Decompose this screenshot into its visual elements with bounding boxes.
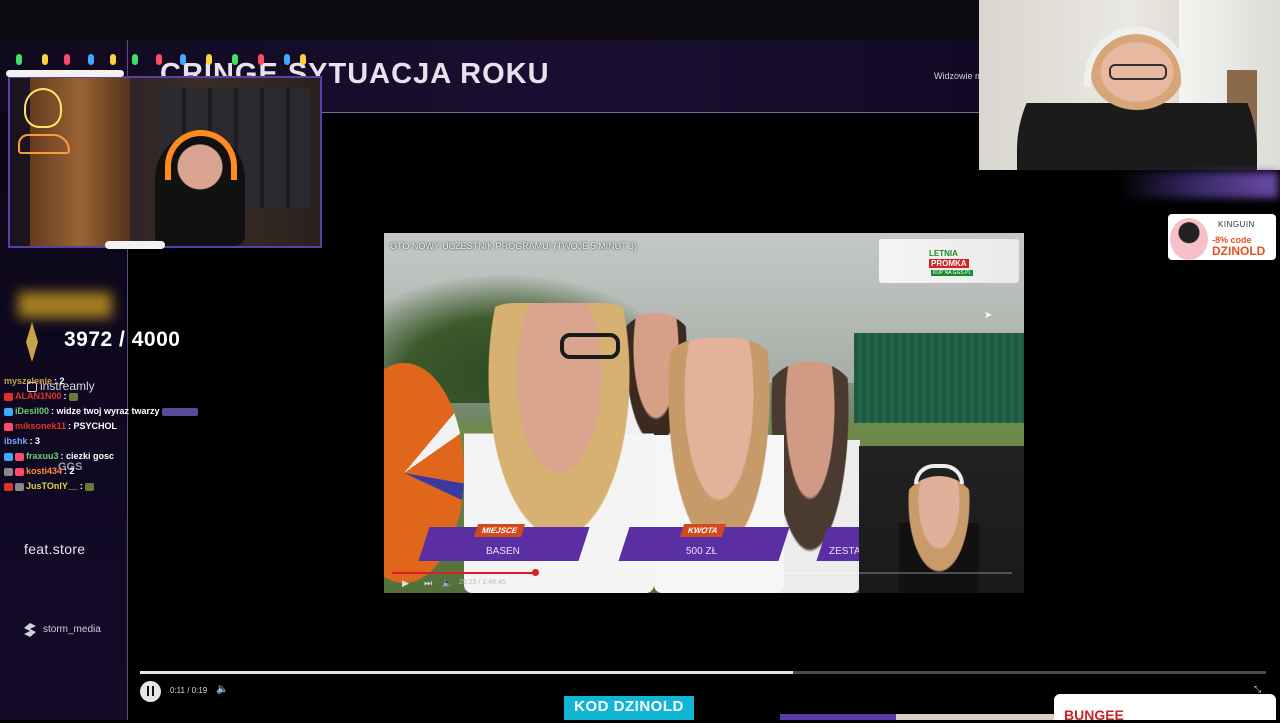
pause-button[interactable] bbox=[140, 681, 161, 702]
chat-user: myszelenie bbox=[4, 376, 53, 386]
light-icon bbox=[232, 54, 238, 65]
chat-user: ALAN1N00 bbox=[15, 391, 62, 401]
lower-third-value: BASEN bbox=[486, 546, 520, 557]
light-icon bbox=[64, 54, 70, 65]
chat-message: iDesil00: widze twoj wyraz twarzy bbox=[4, 406, 200, 416]
blurred-bar bbox=[1118, 172, 1278, 198]
guest-webcam bbox=[859, 446, 1024, 593]
kinguin-code: DZINOLD bbox=[1212, 244, 1266, 258]
player-time: 0:11 / 0:19 bbox=[170, 686, 208, 695]
featstore-logo: feat.store bbox=[24, 541, 86, 557]
next-icon[interactable]: ⏭ bbox=[424, 578, 432, 589]
bottom-accent-bar bbox=[780, 714, 896, 720]
chat-user: ibshk bbox=[4, 436, 28, 446]
cursor-icon: ➤ bbox=[984, 310, 993, 321]
neon-car-icon bbox=[18, 134, 70, 154]
penguin-mascot-icon bbox=[1170, 218, 1208, 260]
guest-person bbox=[899, 476, 979, 593]
light-icon bbox=[258, 54, 264, 65]
chat-message: ibshk: 3 bbox=[4, 436, 41, 446]
video-ad-line3: KUP NA GGS.PL bbox=[931, 270, 974, 276]
chat-message: miksonek11: PSYCHOL bbox=[4, 421, 117, 431]
lower-third-value: ZESTA bbox=[829, 546, 861, 557]
light-icon bbox=[284, 54, 290, 65]
chat-user: fraxuu3 bbox=[26, 451, 59, 461]
snow-decoration bbox=[6, 70, 124, 77]
video-title: OTO NOWY UCZESTNIK PROGRAMU! (TWOJE 5 MI… bbox=[390, 241, 638, 251]
light-icon bbox=[180, 54, 186, 65]
chat-message: myszelenie: 2 bbox=[4, 376, 65, 386]
streamer-webcam bbox=[8, 76, 322, 248]
chat-text: widze twoj wyraz twarzy bbox=[56, 406, 160, 416]
light-icon bbox=[88, 54, 94, 65]
video-progress-fill bbox=[392, 572, 535, 574]
header-divider bbox=[320, 112, 980, 113]
cat-ears-headset-icon bbox=[914, 464, 964, 484]
goal-counter: 3972 / 4000 bbox=[64, 328, 181, 351]
video-progress-track[interactable] bbox=[535, 572, 1012, 574]
badge-icon bbox=[4, 467, 13, 476]
video-fence bbox=[854, 333, 1024, 423]
chat-user: kosti434 bbox=[26, 466, 63, 476]
light-icon bbox=[300, 54, 306, 65]
chat-message: JusTOnlY__: bbox=[4, 481, 96, 491]
lower-third-value: 500 ZŁ bbox=[686, 546, 718, 557]
blurred-badge bbox=[18, 292, 112, 318]
badge-icon bbox=[4, 392, 13, 401]
chat-user: JusTOnlY__ bbox=[26, 481, 78, 491]
kinguin-brand: KINGUIN bbox=[1218, 220, 1255, 229]
light-icon bbox=[206, 54, 212, 65]
bottom-stripe bbox=[896, 714, 1054, 720]
glasses-icon bbox=[1109, 64, 1167, 80]
chat-message: fraxuu3: ciezki gosc bbox=[4, 451, 114, 461]
chat-text: 2 bbox=[59, 376, 65, 386]
goal-icon bbox=[26, 322, 38, 362]
volume-icon[interactable]: 🔈 bbox=[442, 578, 453, 589]
heart-icon bbox=[15, 452, 24, 461]
light-icon bbox=[132, 54, 138, 65]
lower-third-tag: MIEJSCE bbox=[473, 524, 526, 537]
light-icon bbox=[42, 54, 48, 65]
glasses-icon bbox=[560, 333, 620, 359]
heart-icon bbox=[15, 467, 24, 476]
badge-icon bbox=[4, 452, 13, 461]
storm-media-logo: storm_media bbox=[43, 624, 101, 635]
top-bar bbox=[0, 0, 980, 40]
light-icon bbox=[110, 54, 116, 65]
chat-message: ALAN1N00: bbox=[4, 391, 80, 401]
light-icon bbox=[156, 54, 162, 65]
video-ad-line2: PROMKA bbox=[929, 259, 969, 268]
badge-icon bbox=[4, 482, 13, 491]
chat-user: miksonek11 bbox=[15, 421, 67, 431]
volume-icon[interactable]: 🔈 bbox=[216, 684, 228, 695]
promo-code-text: KOD DZINOLD bbox=[574, 698, 684, 715]
emote-icon bbox=[162, 407, 199, 416]
guest-streamer-webcam bbox=[979, 0, 1280, 170]
chat-text: ciezki gosc bbox=[66, 451, 115, 461]
emote-icon bbox=[85, 482, 95, 491]
chat-text: 3 bbox=[35, 436, 41, 446]
lower-third-tag: KWOTA bbox=[679, 524, 726, 537]
neon-bulb-icon bbox=[24, 88, 62, 128]
emote-icon bbox=[69, 392, 79, 401]
chat-user: iDesil00 bbox=[15, 406, 50, 416]
chat-text: PSYCHOL bbox=[73, 421, 118, 431]
seek-fill bbox=[140, 671, 793, 674]
play-icon[interactable]: ▶ bbox=[402, 578, 409, 589]
chat-message: kosti434: 2 bbox=[4, 466, 75, 476]
light-icon bbox=[16, 54, 22, 65]
snow-decoration bbox=[105, 241, 165, 249]
bungee-logo: BUNGEE bbox=[1064, 707, 1124, 723]
chat-text: 2 bbox=[69, 466, 75, 476]
video-progress-handle[interactable] bbox=[532, 569, 539, 576]
badge-icon bbox=[15, 482, 24, 491]
storm-icon bbox=[24, 623, 36, 637]
heart-icon bbox=[4, 422, 13, 431]
badge-icon bbox=[4, 407, 13, 416]
video-time: 25:23 / 1:49:45 bbox=[459, 579, 506, 586]
embedded-video[interactable]: OTO NOWY UCZESTNIK PROGRAMU! (TWOJE 5 MI… bbox=[384, 233, 1024, 593]
video-ad-line1: LETNIA bbox=[929, 249, 958, 258]
